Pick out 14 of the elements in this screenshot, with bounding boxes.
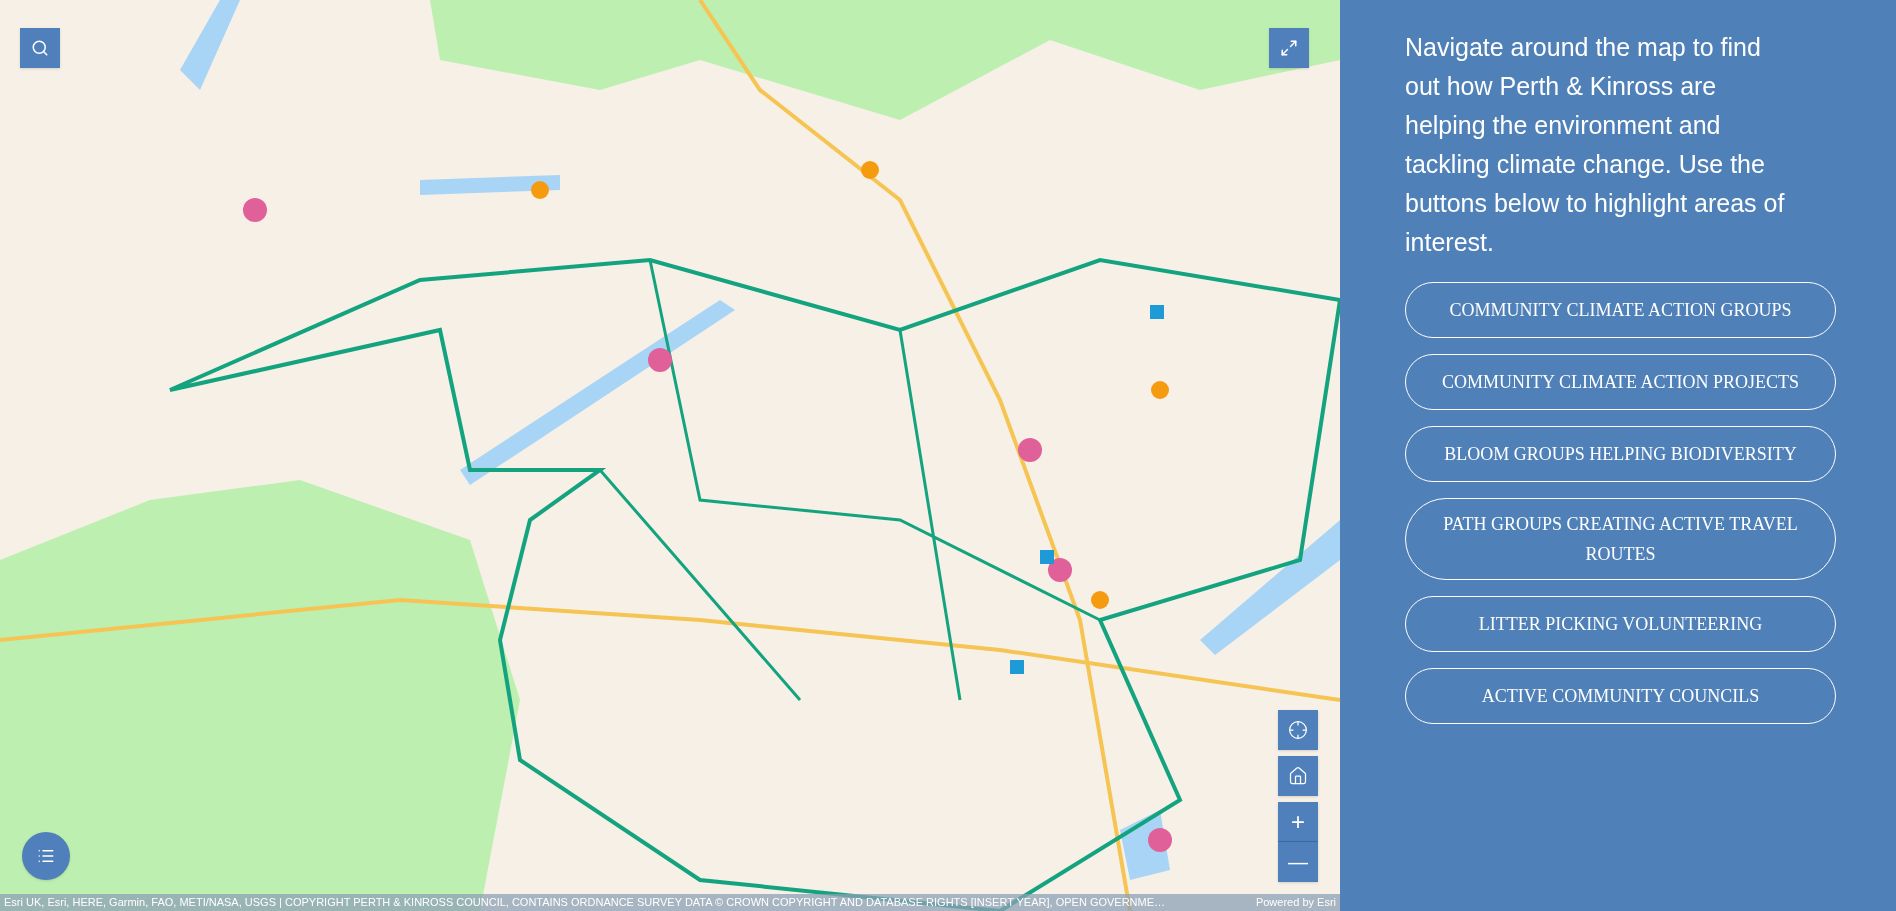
- powered-by-link[interactable]: Powered by Esri: [1255, 894, 1336, 911]
- expand-icon: [1280, 39, 1298, 57]
- fullscreen-button[interactable]: [1269, 28, 1309, 68]
- intro-text: Navigate around the map to find out how Perth & Kinross are helping the environment and tackling climate change. Use the buttons below to highlight areas of interest.: [1405, 32, 1786, 258]
- zoom-in-button[interactable]: +: [1278, 802, 1318, 842]
- home-icon: [1288, 766, 1308, 786]
- home-button[interactable]: [1278, 756, 1318, 796]
- crosshair-icon: [1288, 720, 1308, 740]
- search-button[interactable]: [20, 28, 60, 68]
- zoom-out-button[interactable]: —: [1278, 842, 1318, 882]
- list-icon: [37, 847, 55, 865]
- attribution-text: Esri UK, Esri, HERE, Garmin, FAO, METI/NASA, USGS | COPYRIGHT PERTH & KINROSS COUNCIL, CONTAINS ORDNANCE SURVEY DATA © CROWN COPYRIGHT AND DATABASE RIGHTS [INSERT YEAR], OPEN GOVERNME…: [4, 895, 1166, 911]
- search-icon: [31, 39, 49, 57]
- locate-button[interactable]: [1278, 710, 1318, 750]
